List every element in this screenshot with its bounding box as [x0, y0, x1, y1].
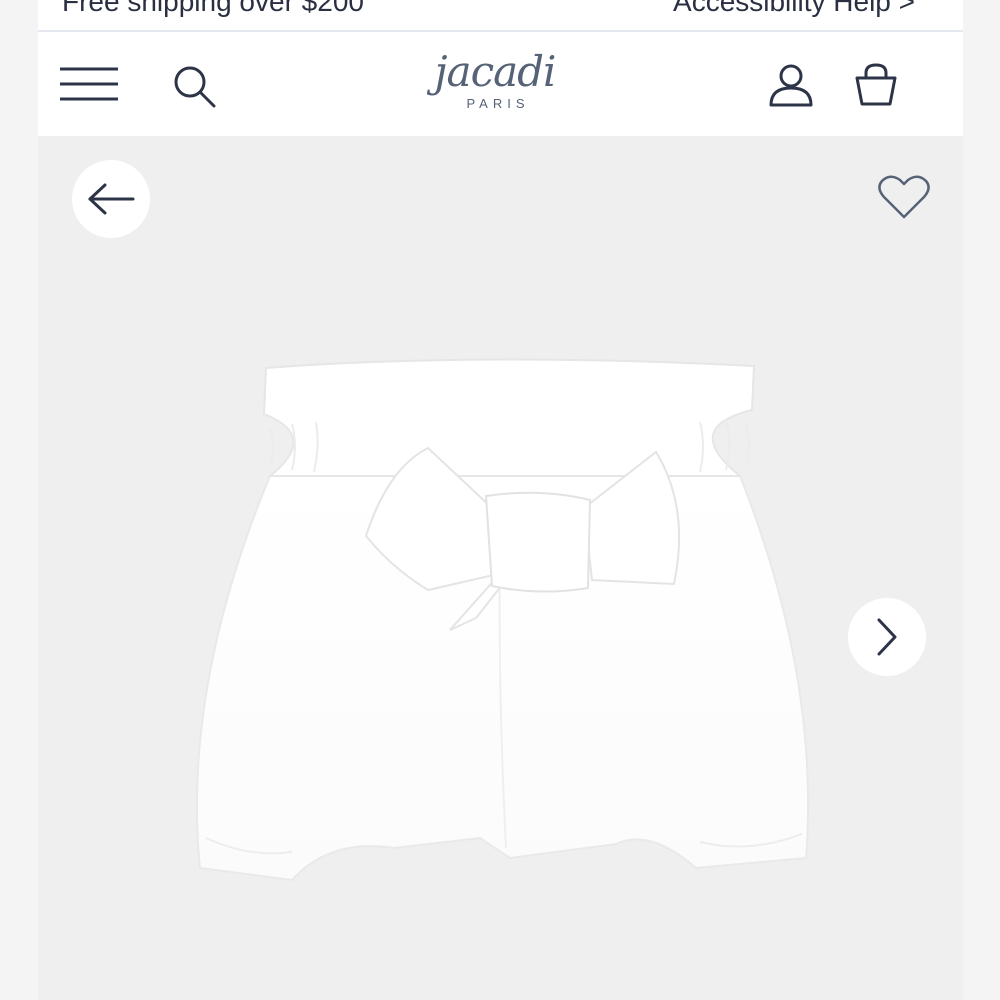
chevron-right-icon — [877, 618, 897, 656]
menu-button[interactable] — [60, 66, 118, 107]
arrow-left-icon — [88, 183, 135, 215]
account-button[interactable] — [768, 64, 814, 113]
menu-icon — [60, 67, 118, 101]
accessibility-help-link[interactable]: Accessibility Help > — [673, 0, 915, 18]
next-image-button[interactable] — [848, 598, 926, 676]
page-frame: Free shipping over $200 Accessibility He… — [38, 0, 963, 1000]
logo-subtitle: PARIS — [466, 96, 530, 111]
back-button[interactable] — [72, 160, 150, 238]
cart-button[interactable] — [854, 62, 898, 113]
account-icon — [769, 64, 813, 107]
logo-wordmark: jacadi — [434, 47, 557, 96]
bag-icon — [855, 63, 897, 106]
site-header: jacadi PARIS — [38, 32, 963, 136]
product-image — [195, 358, 810, 882]
search-icon — [174, 66, 216, 108]
favorite-button[interactable] — [878, 174, 930, 225]
promo-bar: Free shipping over $200 Accessibility He… — [38, 0, 963, 32]
search-button[interactable] — [172, 64, 218, 115]
product-gallery[interactable] — [38, 136, 963, 1000]
free-shipping-text[interactable]: Free shipping over $200 — [62, 0, 364, 18]
brand-logo[interactable]: jacadi PARIS — [410, 50, 580, 118]
heart-icon — [878, 175, 930, 219]
